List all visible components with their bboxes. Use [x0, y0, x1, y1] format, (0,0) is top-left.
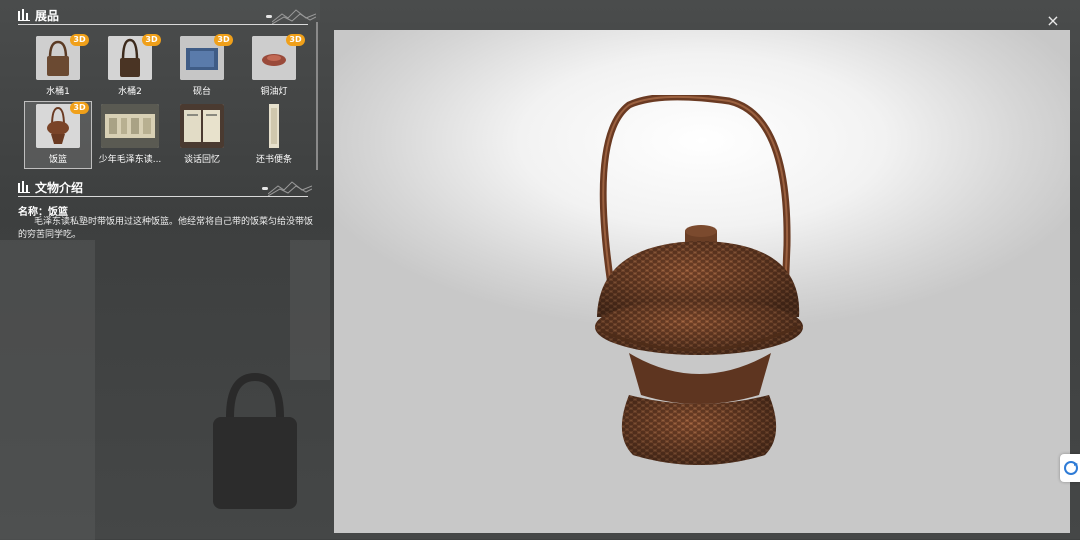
exhibit-label: 水桶1 — [46, 87, 70, 97]
exhibit-label: 砚台 — [192, 87, 211, 97]
close-button[interactable]: × — [1044, 12, 1062, 30]
refresh-icon — [1064, 461, 1078, 475]
3d-badge: 3D — [214, 34, 233, 46]
exhibits-scrollbar[interactable] — [316, 22, 318, 170]
exhibit-tile-oil-lamp[interactable]: 3D 铜油灯 — [241, 34, 307, 100]
side-float-widget[interactable] — [1060, 454, 1080, 482]
exhibit-tile-inkstone[interactable]: 3D 砚台 — [169, 34, 235, 100]
document-thumbnail — [180, 104, 224, 148]
3d-badge: 3D — [70, 102, 89, 114]
left-panel: 展品 3D 水桶1 3D 水桶2 3D 砚台 3D 铜油灯 3D 饭篮 少年毛泽… — [0, 0, 330, 539]
mountain-ornament-icon — [268, 181, 312, 196]
section-bars-icon — [18, 9, 30, 21]
exhibits-title: 展品 — [35, 8, 60, 23]
book-icon — [101, 104, 159, 148]
exhibit-tile-rice-basket[interactable]: 3D 饭篮 — [24, 101, 92, 169]
exhibit-label: 饭篮 — [48, 155, 67, 165]
3d-badge: 3D — [286, 34, 305, 46]
note-icon — [269, 104, 279, 148]
exhibit-label: 还书便条 — [255, 155, 292, 165]
exhibits-header: 展品 — [18, 4, 59, 26]
exhibit-tile-book-return-note[interactable]: 还书便条 — [241, 102, 307, 168]
exhibit-tile-young-mao-reading[interactable]: 少年毛泽东读... — [97, 102, 163, 168]
exhibit-label: 铜油灯 — [260, 87, 288, 97]
3d-badge: 3D — [142, 34, 161, 46]
exhibit-label: 谈话回忆 — [183, 155, 220, 165]
exhibit-tile-bucket-1[interactable]: 3D 水桶1 — [25, 34, 91, 100]
3d-badge: 3D — [70, 34, 89, 46]
section-bars-icon — [18, 181, 30, 193]
info-title: 文物介绍 — [35, 180, 84, 195]
exhibit-tile-conversation-memoir[interactable]: 谈话回忆 — [169, 102, 235, 168]
mountain-ornament-icon — [272, 9, 316, 24]
info-header: 文物介绍 — [18, 176, 83, 198]
3d-model-viewer[interactable] — [334, 30, 1070, 533]
book-thumbnail — [101, 104, 159, 148]
document-icon — [180, 104, 224, 148]
note-thumbnail — [252, 104, 296, 148]
exhibit-tile-bucket-2[interactable]: 3D 水桶2 — [97, 34, 163, 100]
exhibit-label: 水桶2 — [118, 87, 142, 97]
rice-basket-3d-model[interactable] — [589, 95, 819, 475]
artifact-description: 毛泽东读私塾时带饭用过这种饭篮。他经常将自己带的饭菜匀给没带饭的穷苦同学吃。 — [18, 217, 314, 240]
exhibit-label: 少年毛泽东读... — [98, 155, 162, 165]
